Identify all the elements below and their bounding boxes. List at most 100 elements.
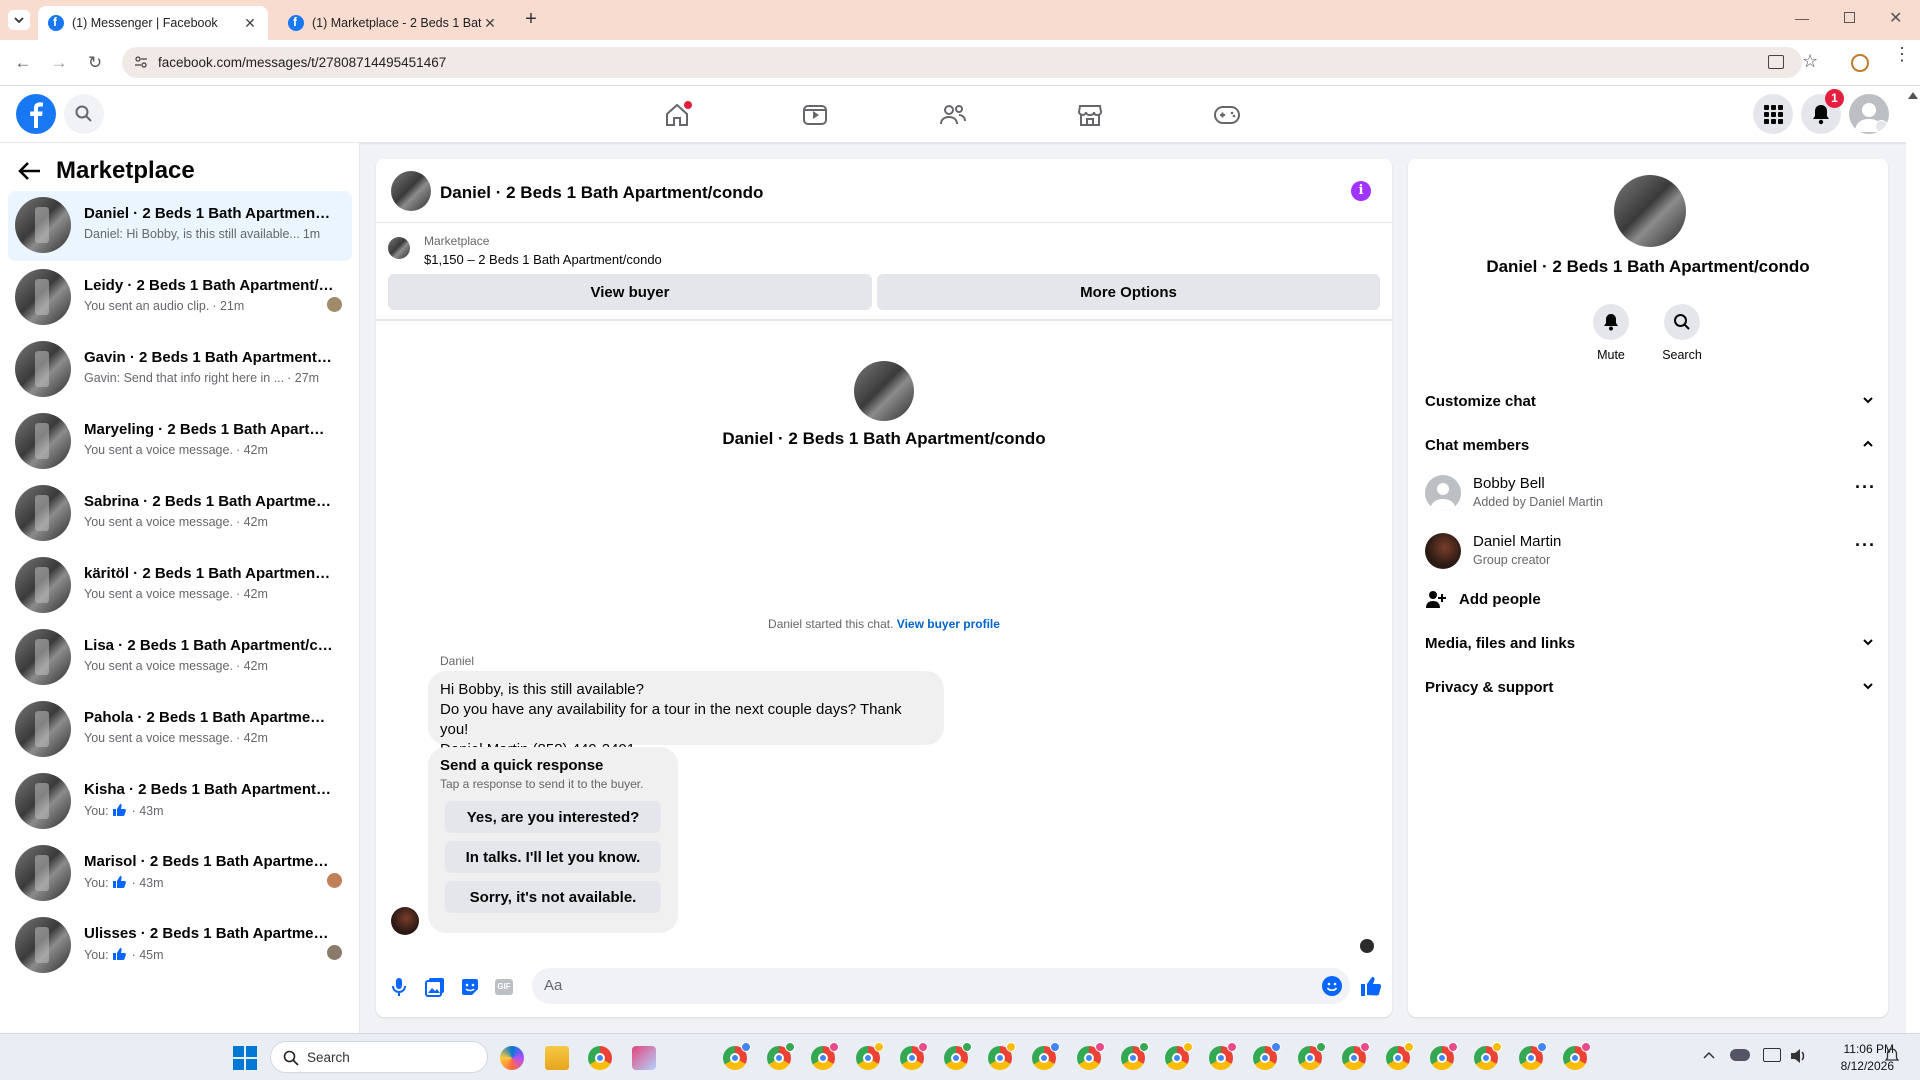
media-files-links-row[interactable]: Media, files and links — [1425, 623, 1875, 663]
view-buyer-profile-link[interactable]: View buyer profile — [897, 617, 1000, 631]
chrome-window-icon[interactable] — [767, 1042, 796, 1070]
mute-button[interactable]: Mute — [1593, 304, 1629, 362]
marketplace-icon[interactable] — [1073, 98, 1107, 132]
site-settings-icon[interactable] — [134, 56, 148, 68]
chrome-window-icon[interactable] — [1209, 1042, 1238, 1070]
chrome-window-icon[interactable] — [1341, 1042, 1370, 1070]
intro-avatar[interactable] — [854, 361, 914, 421]
show-hidden-icons-chevron[interactable] — [1703, 1050, 1715, 1060]
tab-search-button[interactable] — [8, 10, 30, 30]
chat-title[interactable]: Daniel · 2 Beds 1 Bath Apartment/condo — [440, 183, 763, 203]
forward-arrow-icon[interactable]: → — [48, 52, 70, 74]
onedrive-icon[interactable] — [1730, 1049, 1750, 1061]
chrome-window-icon[interactable] — [944, 1042, 972, 1070]
more-options-button[interactable]: More Options — [877, 274, 1380, 310]
taskbar-date[interactable]: 8/12/2026 — [1820, 1059, 1894, 1073]
sticker-icon[interactable] — [460, 977, 480, 997]
quick-response-not-available[interactable]: Sorry, it's not available. — [445, 881, 661, 913]
info-icon[interactable]: i — [1351, 181, 1371, 201]
privacy-support-row[interactable]: Privacy & support — [1425, 667, 1875, 707]
conversation-item[interactable]: Marisol · 2 Beds 1 Bath Apartment/condo Y… — [8, 839, 352, 909]
search-button[interactable] — [64, 94, 104, 134]
account-avatar[interactable] — [1849, 94, 1889, 134]
chrome-window-icon[interactable] — [1165, 1042, 1193, 1070]
volume-icon[interactable] — [1789, 1047, 1807, 1065]
close-window-icon[interactable]: ✕ — [1889, 8, 1902, 28]
back-arrow-icon[interactable] — [18, 161, 42, 181]
menu-grid-button[interactable] — [1753, 94, 1793, 134]
conversation-item[interactable]: Daniel · 2 Beds 1 Bath Apartment/condo Da… — [8, 191, 352, 261]
member-item[interactable]: Daniel Martin Group creator ··· — [1425, 529, 1875, 577]
chat-members-row[interactable]: Chat members — [1425, 425, 1875, 465]
customize-chat-row[interactable]: Customize chat — [1425, 381, 1875, 421]
add-people-row[interactable]: Add people — [1425, 579, 1875, 619]
notification-bell-icon[interactable] — [1885, 1048, 1899, 1064]
chat-avatar[interactable] — [391, 171, 431, 211]
friends-icon[interactable] — [936, 98, 970, 132]
chrome-window-icon[interactable] — [1297, 1042, 1326, 1070]
details-avatar[interactable] — [1614, 175, 1686, 247]
search-chat-button[interactable]: Search — [1662, 304, 1702, 362]
chrome-window-icon[interactable] — [1518, 1042, 1547, 1070]
message-bubble[interactable]: Hi Bobby, is this still available? Do yo… — [428, 671, 944, 758]
chrome-window-icon[interactable] — [988, 1042, 1017, 1070]
listing-thumbnail[interactable] — [388, 237, 410, 259]
close-tab-icon[interactable]: ✕ — [482, 15, 498, 32]
file-explorer-icon[interactable] — [545, 1046, 569, 1070]
browser-menu-icon[interactable]: ⋮ — [1893, 45, 1911, 63]
network-icon[interactable] — [1763, 1048, 1781, 1062]
bookmark-star-icon[interactable]: ☆ — [1802, 51, 1818, 72]
listing-price[interactable]: $1,150 – 2 Beds 1 Bath Apartment/condo — [424, 252, 662, 267]
chrome-window-icon[interactable] — [811, 1042, 840, 1070]
gif-icon[interactable]: GIF — [495, 979, 513, 995]
chrome-window-icon[interactable] — [723, 1042, 751, 1070]
conversation-item[interactable]: Ulisses · 2 Beds 1 Bath Apartment/condo Y… — [8, 911, 352, 981]
new-tab-button[interactable]: + — [520, 8, 542, 30]
conversation-item[interactable]: Pahola · 2 Beds 1 Bath Apartment/condo Yo… — [8, 695, 352, 765]
url-field[interactable]: facebook.com/messages/t/2780871449545146… — [122, 47, 1818, 78]
chrome-window-icon[interactable] — [1474, 1042, 1503, 1070]
close-tab-icon[interactable]: ✕ — [242, 15, 258, 32]
conversation-item[interactable]: Maryeling · 2 Beds 1 Bath Apartment/cond… — [8, 407, 352, 477]
copilot-icon[interactable] — [500, 1046, 524, 1070]
photo-icon[interactable] — [425, 977, 445, 997]
taskbar-search-box[interactable]: Search — [270, 1041, 488, 1073]
quick-response-in-talks[interactable]: In talks. I'll let you know. — [445, 841, 661, 873]
like-thumb-icon[interactable] — [1360, 975, 1382, 997]
more-options-icon[interactable]: ··· — [1855, 535, 1876, 556]
gaming-icon[interactable] — [1210, 98, 1244, 132]
chrome-window-icon[interactable] — [1430, 1042, 1459, 1070]
video-icon[interactable] — [798, 98, 832, 132]
chrome-window-icon[interactable] — [1253, 1042, 1282, 1070]
minimize-window-icon[interactable]: — — [1795, 10, 1815, 26]
notifications-button[interactable]: 1 — [1801, 89, 1844, 134]
windows-start-icon[interactable] — [233, 1046, 257, 1070]
conversation-item[interactable]: Kisha · 2 Beds 1 Bath Apartment/condo You… — [8, 767, 352, 837]
chrome-window-icon[interactable] — [1386, 1042, 1414, 1070]
message-input[interactable]: Aa — [532, 968, 1350, 1004]
profile-icon[interactable] — [1851, 54, 1869, 72]
taskbar-time[interactable]: 11:06 PM — [1820, 1042, 1894, 1056]
chrome-window-icon[interactable] — [1562, 1042, 1591, 1070]
quick-response-yes[interactable]: Yes, are you interested? — [445, 801, 661, 833]
tab-messenger[interactable]: (1) Messenger | Facebook ✕ — [38, 6, 268, 40]
chrome-icon[interactable] — [588, 1046, 612, 1070]
chrome-window-icon[interactable] — [899, 1042, 928, 1070]
restore-window-icon[interactable] — [1844, 12, 1855, 23]
emoji-icon[interactable] — [1322, 976, 1342, 996]
conversation-item[interactable]: Gavin · 2 Beds 1 Bath Apartment/condo Gav… — [8, 335, 352, 405]
conversation-item[interactable]: Lisa · 2 Beds 1 Bath Apartment/condo You … — [8, 623, 352, 693]
reload-icon[interactable]: ↻ — [84, 52, 106, 74]
microphone-icon[interactable] — [390, 977, 408, 997]
chrome-window-icon[interactable] — [855, 1042, 884, 1070]
tab-marketplace[interactable]: (1) Marketplace - 2 Beds 1 Bath ✕ — [278, 6, 508, 40]
chrome-window-icon[interactable] — [1076, 1042, 1105, 1070]
back-arrow-icon[interactable]: ← — [12, 52, 34, 74]
more-options-icon[interactable]: ··· — [1855, 477, 1876, 498]
home-icon[interactable] — [660, 98, 694, 132]
conversation-item[interactable]: Leidy · 2 Beds 1 Bath Apartment/condo You… — [8, 263, 352, 333]
install-app-icon[interactable] — [1768, 55, 1784, 69]
facebook-logo[interactable] — [16, 94, 56, 134]
snipping-tool-icon[interactable] — [632, 1046, 656, 1070]
chrome-window-icon[interactable] — [1120, 1042, 1149, 1070]
